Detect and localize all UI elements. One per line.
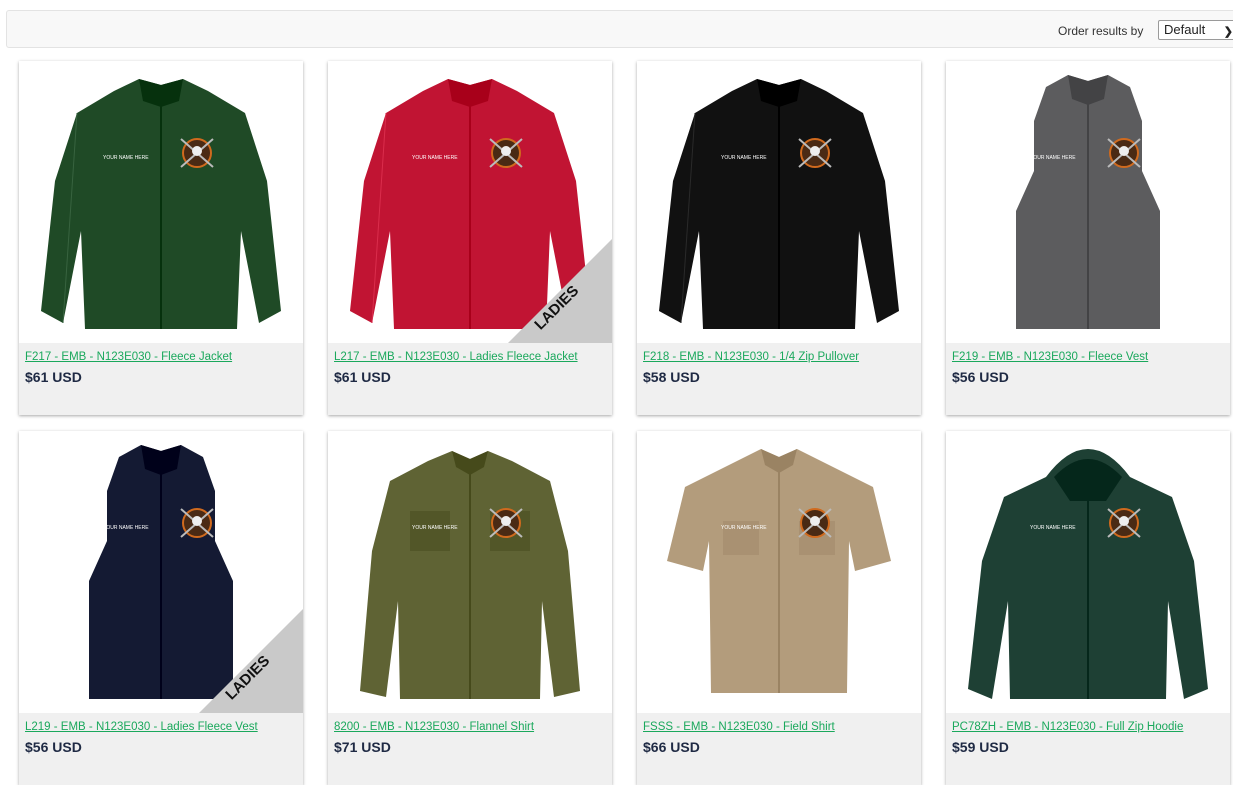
emblem-icon — [489, 508, 523, 538]
product-price: $61 USD — [25, 369, 82, 385]
embroidery-text: YOUR NAME HERE — [721, 525, 767, 531]
product-price: $61 USD — [334, 369, 391, 385]
product-price: $59 USD — [952, 739, 1009, 755]
embroidery-text: YOUR NAME HERE — [721, 155, 767, 161]
product-card[interactable]: YOUR NAME HERE F219 - EMB - N123E030 - Fl… — [946, 61, 1230, 415]
product-image[interactable]: YOUR NAME HERE — [946, 431, 1230, 713]
results-toolbar — [6, 10, 1233, 48]
embroidery-text: YOUR NAME HERE — [1030, 155, 1076, 161]
ladies-badge: LADIES — [199, 609, 303, 713]
product-image[interactable]: YOUR NAME HERE — [637, 61, 921, 343]
garment-illustration: YOUR NAME HERE — [968, 449, 1208, 699]
product-image[interactable]: YOUR NAME HERE LADIES — [19, 431, 303, 713]
product-card[interactable]: YOUR NAME HERE F217 - EMB - N123E030 - Fl… — [19, 61, 303, 415]
product-price: $56 USD — [952, 369, 1009, 385]
embroidery-text: YOUR NAME HERE — [1030, 525, 1076, 531]
product-image[interactable]: YOUR NAME HERE — [19, 61, 303, 343]
product-title-link[interactable]: L219 - EMB - N123E030 - Ladies Fleece Ve… — [25, 721, 258, 733]
product-title-link[interactable]: F218 - EMB - N123E030 - 1/4 Zip Pullover — [643, 351, 859, 363]
product-card[interactable]: YOUR NAME HERE LADIES L217 - EMB - N123E0… — [328, 61, 612, 415]
product-price: $71 USD — [334, 739, 391, 755]
emblem-icon — [1107, 138, 1141, 168]
product-card[interactable]: YOUR NAME HERE PC78ZH - EMB - N123E030 - … — [946, 431, 1230, 785]
garment-illustration: YOUR NAME HERE — [41, 79, 281, 329]
embroidery-text: YOUR NAME HERE — [103, 155, 149, 161]
order-results-label: Order results by — [1058, 24, 1144, 38]
emblem-icon — [180, 138, 214, 168]
product-title-link[interactable]: F217 - EMB - N123E030 - Fleece Jacket — [25, 351, 232, 363]
product-card[interactable]: YOUR NAME HERE FSSS - EMB - N123E030 - Fi… — [637, 431, 921, 785]
embroidery-text: YOUR NAME HERE — [412, 525, 458, 531]
product-image[interactable]: YOUR NAME HERE — [946, 61, 1230, 343]
product-price: $56 USD — [25, 739, 82, 755]
product-card[interactable]: YOUR NAME HERE 8200 - EMB - N123E030 - Fl… — [328, 431, 612, 785]
product-image[interactable]: YOUR NAME HERE — [328, 431, 612, 713]
product-title-link[interactable]: PC78ZH - EMB - N123E030 - Full Zip Hoodi… — [952, 721, 1183, 733]
garment-illustration: YOUR NAME HERE — [360, 451, 580, 699]
product-title-link[interactable]: 8200 - EMB - N123E030 - Flannel Shirt — [334, 721, 534, 733]
product-image[interactable]: YOUR NAME HERE LADIES — [328, 61, 612, 343]
product-price: $66 USD — [643, 739, 700, 755]
order-select-value: Default — [1164, 22, 1206, 37]
garment-illustration: YOUR NAME HERE — [667, 449, 891, 693]
product-title-link[interactable]: F219 - EMB - N123E030 - Fleece Vest — [952, 351, 1148, 363]
product-card[interactable]: YOUR NAME HERE F218 - EMB - N123E030 - 1/… — [637, 61, 921, 415]
product-image[interactable]: YOUR NAME HERE — [637, 431, 921, 713]
garment-illustration: YOUR NAME HERE — [1016, 75, 1160, 329]
emblem-icon — [180, 508, 214, 538]
order-results-select[interactable]: Default ❯ — [1158, 20, 1233, 40]
emblem-icon — [1107, 508, 1141, 538]
ladies-badge: LADIES — [508, 239, 612, 343]
product-price: $58 USD — [643, 369, 700, 385]
garment-illustration: YOUR NAME HERE — [659, 79, 899, 329]
emblem-icon — [798, 138, 832, 168]
product-title-link[interactable]: L217 - EMB - N123E030 - Ladies Fleece Ja… — [334, 351, 578, 363]
product-title-link[interactable]: FSSS - EMB - N123E030 - Field Shirt — [643, 721, 835, 733]
emblem-icon — [489, 138, 523, 168]
embroidery-text: YOUR NAME HERE — [412, 155, 458, 161]
embroidery-text: YOUR NAME HERE — [103, 525, 149, 531]
emblem-icon — [798, 508, 832, 538]
chevron-down-icon: ❯ — [1223, 26, 1233, 38]
product-card[interactable]: YOUR NAME HERE LADIES L219 - EMB - N123E0… — [19, 431, 303, 785]
